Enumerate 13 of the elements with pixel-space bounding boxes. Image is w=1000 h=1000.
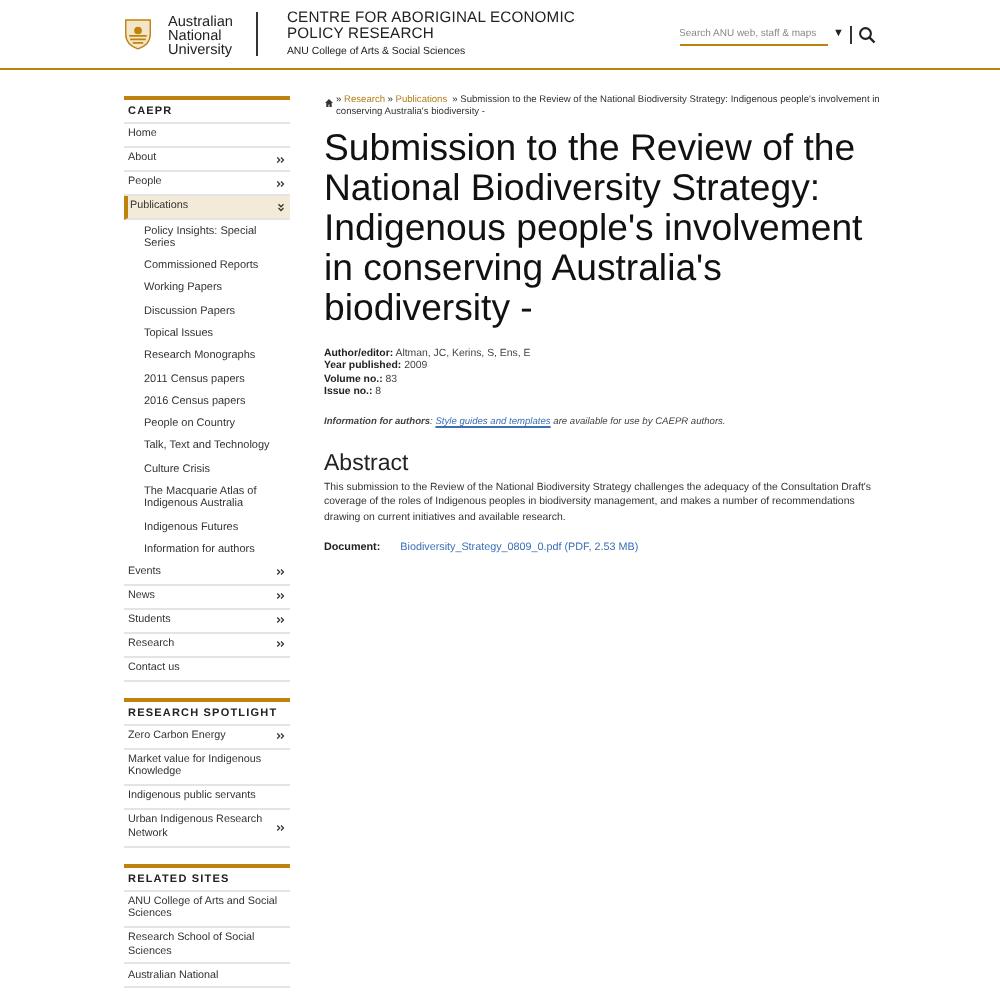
- chevron-icon: [276, 592, 286, 601]
- chevron-icon: [276, 616, 286, 625]
- home-icon[interactable]: [324, 97, 334, 107]
- chevron-icon: [276, 640, 286, 649]
- page-title: Submission to the Review of the National Biodiversity Strategy: Indigenous people's involvement in conserving Australia's biodiversity -: [324, 127, 865, 328]
- chevron-icon: [276, 823, 286, 832]
- crest-icon: [124, 18, 152, 50]
- search-icon[interactable]: [858, 25, 876, 43]
- section-heading: Abstract: [324, 451, 411, 476]
- chevron-icon: [276, 179, 286, 187]
- chevron-icon: [276, 732, 286, 741]
- chevron-icon: [276, 155, 286, 163]
- chevron-icon: [276, 568, 286, 577]
